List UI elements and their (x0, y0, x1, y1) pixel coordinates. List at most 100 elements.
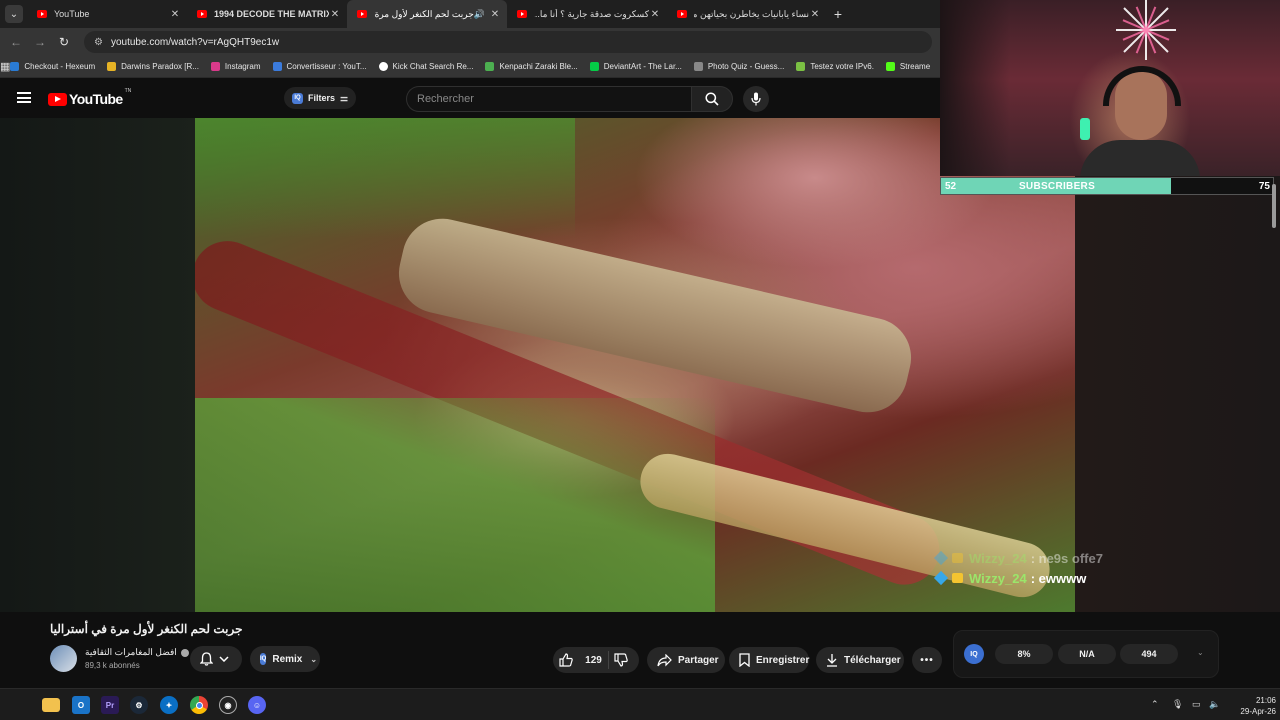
chat-username: Wizzy_24 (969, 570, 1027, 586)
channel-avatar[interactable] (50, 645, 77, 672)
tray-speaker-icon[interactable]: 🔈 (1209, 699, 1220, 710)
share-button[interactable]: Partager (647, 647, 725, 673)
bookmark-item[interactable]: Kenpachi Zaraki Ble... (485, 62, 578, 71)
bookmark-item[interactable]: Streame (885, 62, 931, 71)
bookmarks-bar: ▦ Checkout - Hexeum Darwins Paradox [R..… (0, 56, 940, 78)
notification-bell-button[interactable] (190, 646, 242, 672)
bookmark-item[interactable]: Convertisseur : YouT... (272, 62, 367, 71)
bookmark-label: Instagram (224, 62, 261, 71)
bookmark-label: Darwins Paradox [R... (121, 62, 199, 71)
clock-time: 21:06 (1255, 696, 1276, 705)
stat-count: 494 (1120, 644, 1178, 664)
file-explorer-icon[interactable] (42, 698, 60, 712)
windows-taskbar: O Pr ⚙ ✦ ◉ ☺ ⌃ 🎙 ▭ 🔈 21:06 29-Apr-26 (0, 688, 1280, 720)
tab-title: YouTube (54, 9, 90, 19)
obs-icon[interactable]: ◉ (219, 696, 237, 714)
tab-close-icon[interactable]: ✕ (809, 9, 821, 20)
tab-search-menu-button[interactable]: ⌄ (5, 5, 23, 23)
logo-region: TN (124, 88, 132, 94)
more-dots-icon: ••• (920, 654, 934, 666)
tab-close-icon[interactable]: ✕ (329, 9, 341, 20)
bookmark-save-icon (739, 653, 750, 667)
chat-text-body: ewwww (1038, 570, 1087, 586)
save-button[interactable]: Enregistrer (729, 647, 809, 673)
discord-icon[interactable]: ☺ (248, 696, 266, 714)
tab-close-icon[interactable]: ✕ (649, 9, 661, 20)
bookmark-item[interactable]: Photo Quiz - Guess... (693, 62, 784, 71)
dislike-button[interactable] (609, 653, 639, 667)
like-button[interactable]: 129 (553, 651, 609, 669)
bookmark-favicon-icon (693, 62, 703, 71)
search-button[interactable] (691, 86, 733, 112)
bookmark-label: Testez votre IPv6. (810, 62, 874, 71)
chevron-down-icon (219, 656, 229, 662)
premiere-pro-icon[interactable]: Pr (101, 696, 119, 714)
voice-search-button[interactable] (743, 86, 769, 112)
iq-badge-icon: IQ (292, 92, 303, 104)
tray-chevron-up-icon[interactable]: ⌃ (1151, 699, 1159, 710)
bookmark-item[interactable]: Kick Chat Search Re... (378, 62, 474, 71)
browser-tab-bar: ⌄ YouTube ✕ 1994 DECODE THE MATRIX // ..… (0, 0, 940, 28)
filters-label: Filters (308, 93, 336, 103)
channel-name-row[interactable]: افضل المغامرات الثقافية (85, 647, 189, 658)
tab-close-icon[interactable]: ✕ (489, 9, 501, 20)
iq-logo-icon[interactable]: IQ (964, 644, 984, 664)
tab-title: نساء يابانيات يخاطرن بحياتهن من... (694, 8, 809, 19)
speaker-icon[interactable]: 🔊 (474, 9, 485, 20)
chat-badge-icon (952, 553, 963, 563)
download-icon (827, 654, 837, 667)
tab-close-icon[interactable]: ✕ (169, 9, 181, 20)
channel-name[interactable]: افضل المغامرات الثقافية (85, 647, 177, 658)
page-scrollbar[interactable] (1272, 184, 1276, 228)
back-arrow-icon[interactable]: ← (4, 35, 28, 49)
apps-grid-icon[interactable]: ▦ (0, 60, 10, 73)
bookmark-item[interactable]: DeviantArt - The Lar... (589, 62, 682, 71)
browser-tab-active[interactable]: جربت لحم الكنغر لأول مرة في... 🔊 ✕ (347, 0, 507, 28)
youtube-logo[interactable]: YouTube TN (48, 88, 132, 107)
sliders-icon: ⚌ (340, 92, 349, 103)
bell-icon (200, 652, 213, 666)
windows-start-icon[interactable] (12, 697, 29, 714)
bookmark-item[interactable]: Darwins Paradox [R... (107, 62, 199, 71)
deviantart-icon (589, 62, 599, 71)
forward-arrow-icon[interactable]: → (28, 35, 52, 49)
download-button[interactable]: Télécharger (816, 647, 904, 673)
browser-tab[interactable]: نساء يابانيات يخاطرن بحياتهن من... ✕ (667, 0, 827, 28)
checkmark-icon (796, 62, 806, 71)
more-actions-button[interactable]: ••• (912, 647, 942, 673)
browser-tab[interactable]: 1994 DECODE THE MATRIX // ... ✕ (187, 0, 347, 28)
new-tab-plus-icon[interactable]: + (827, 6, 849, 22)
remix-button[interactable]: IQ Remix ⌄ (250, 646, 320, 672)
video-player[interactable] (0, 118, 1075, 612)
browser-tab[interactable]: YouTube ✕ (27, 0, 187, 28)
reload-icon[interactable]: ↻ (52, 35, 76, 49)
chat-badge-icon (933, 570, 949, 586)
url-field[interactable]: ⚙ youtube.com/watch?v=rAgQHT9ec1w (84, 31, 932, 53)
bookmark-item[interactable]: Testez votre IPv6. (796, 62, 874, 71)
site-settings-icon[interactable]: ⚙ (94, 37, 103, 48)
tray-microphone-icon[interactable]: 🎙 (1172, 699, 1183, 710)
chrome-icon[interactable] (190, 696, 208, 714)
steam-icon[interactable]: ⚙ (130, 696, 148, 714)
outlook-icon[interactable]: O (72, 696, 90, 714)
battle-net-icon[interactable]: ✦ (160, 696, 178, 714)
taskbar-clock[interactable]: 21:06 29-Apr-26 (1226, 695, 1276, 717)
logo-wordmark: YouTube (69, 91, 123, 107)
filters-button[interactable]: IQ Filters ⚌ (284, 87, 357, 109)
bookmark-label: Streame (899, 62, 931, 71)
microphone-icon (751, 92, 761, 106)
bookmark-item[interactable]: Instagram (210, 62, 261, 71)
bookmark-label: Kick Chat Search Re... (392, 62, 474, 71)
tray-display-icon[interactable]: ▭ (1192, 699, 1201, 710)
streamer-body (1080, 140, 1200, 176)
hamburger-menu-icon[interactable] (17, 92, 31, 103)
bookmark-favicon-icon (485, 62, 495, 71)
video-scene-grass (195, 118, 575, 238)
browser-tab[interactable]: كسكروت صدقة جارية ؟ أنا ما... ✕ (507, 0, 667, 28)
chevron-down-icon[interactable]: ⌄ (1197, 648, 1204, 657)
video-title: جربت لحم الكنغر لأول مرة في أستراليا (50, 622, 243, 636)
search-input[interactable]: Rechercher (406, 86, 691, 112)
youtube-favicon-icon (37, 10, 47, 18)
bookmark-favicon-icon (10, 62, 20, 71)
bookmark-item[interactable]: Checkout - Hexeum (10, 62, 95, 71)
